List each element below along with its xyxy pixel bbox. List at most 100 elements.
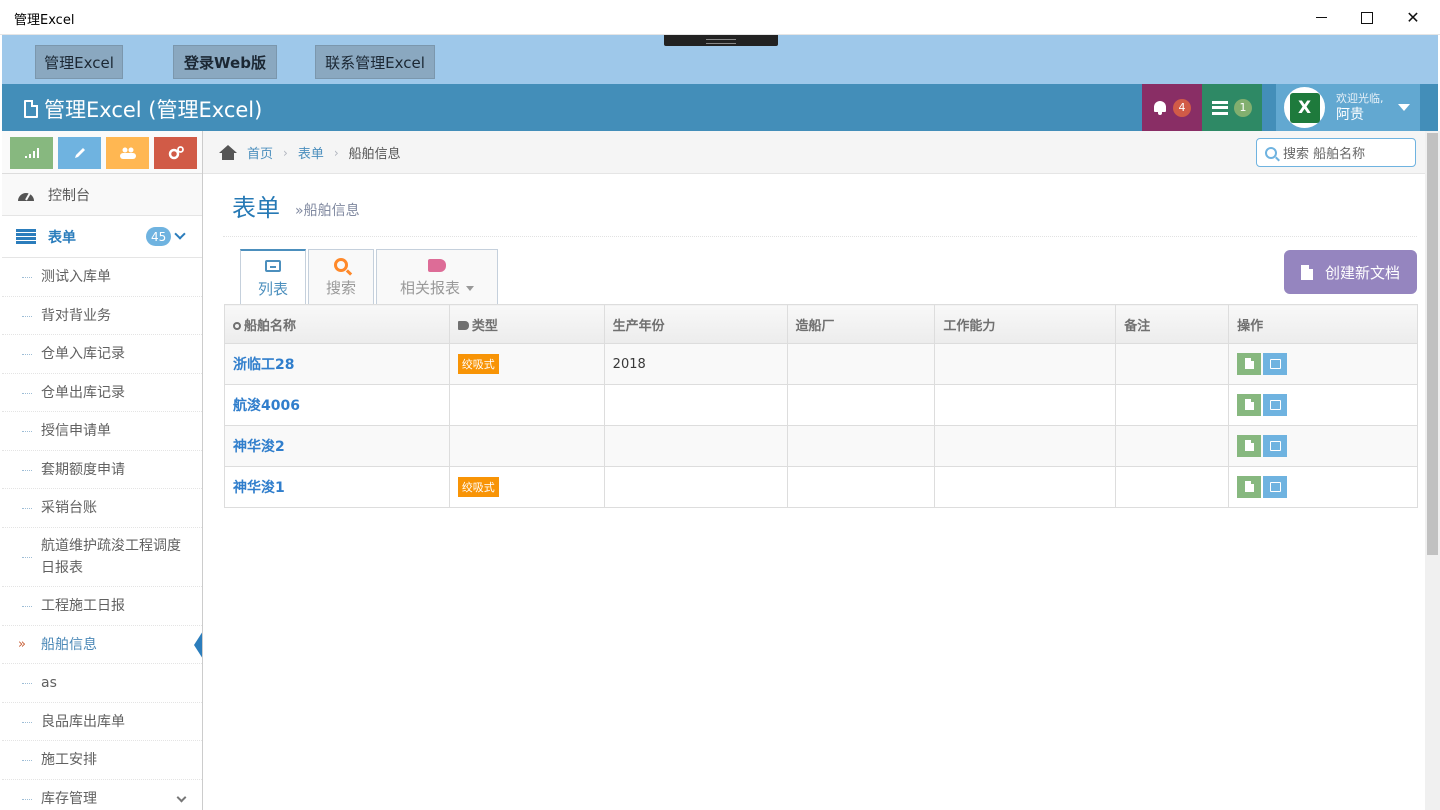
sidebar-item-hedge-quota[interactable]: 套期额度申请 [2, 451, 202, 489]
sidebar-item-label: 采销台账 [41, 500, 97, 516]
tasks-button[interactable]: 1 [1202, 84, 1262, 131]
vertical-scrollbar[interactable] [1425, 131, 1440, 810]
top-toolbar: 管理Excel 登录Web版 联系管理Excel [2, 35, 1438, 84]
brand[interactable]: 管理Excel (管理Excel) [24, 94, 262, 124]
shortcut-pencil-button[interactable] [58, 137, 101, 169]
maximize-button[interactable] [1344, 0, 1390, 35]
tasks-badge: 1 [1234, 98, 1252, 117]
sidebar-item-as[interactable]: as [2, 664, 202, 703]
login-web-button[interactable]: 登录Web版 [173, 45, 277, 79]
file-icon [1244, 399, 1254, 411]
sidebar-item-inventory[interactable]: 库存管理 [2, 780, 202, 810]
window-title: 管理Excel [14, 13, 75, 28]
sidebar-item-construction-daily[interactable]: 工程施工日报 [2, 587, 202, 626]
user-greeting: 欢迎光临, [1336, 92, 1384, 105]
sidebar-item-label: 控制台 [48, 187, 90, 204]
sidebar-item-label: 库存管理 [41, 790, 97, 807]
sidebar-item-label: 航道维护疏浚工程调度日报表 [41, 538, 181, 576]
sidebar-item-purchase-ledger[interactable]: 采销台账 [2, 489, 202, 528]
column-header[interactable]: 生产年份 [603, 304, 788, 344]
manage-excel-button[interactable]: 管理Excel [35, 45, 123, 79]
dashboard-icon [18, 192, 34, 201]
search-icon [334, 258, 348, 272]
column-header[interactable]: 类型 [448, 304, 605, 344]
file-icon [1244, 358, 1254, 370]
edit-button[interactable] [1263, 435, 1288, 458]
ship-name-link[interactable]: 神华浚2 [233, 439, 285, 455]
edit-button[interactable] [1263, 394, 1288, 417]
sidebar-item-warehouse-in[interactable]: 仓单入库记录 [2, 335, 202, 374]
active-arrow-icon: » [18, 636, 26, 652]
breadcrumb-list: 首页 › 表单 › 船舶信息 [219, 143, 401, 162]
minimize-button[interactable] [1298, 0, 1344, 35]
ship-name-link[interactable]: 航浚4006 [233, 398, 300, 414]
ship-name-link[interactable]: 神华浚1 [233, 480, 285, 496]
chevron-down-icon [174, 228, 186, 240]
tab-list[interactable]: 列表 [240, 249, 306, 305]
breadcrumb-forms[interactable]: 表单 [298, 143, 324, 162]
note-cell [1115, 466, 1230, 508]
window-titlebar: 管理Excel ✕ [0, 0, 1440, 35]
sidebar-item-test-inbound[interactable]: 测试入库单 [2, 258, 202, 297]
column-header[interactable]: 工作能力 [934, 304, 1117, 344]
column-header[interactable]: 造船厂 [786, 304, 936, 344]
view-button[interactable] [1237, 434, 1262, 457]
column-header[interactable]: 备注 [1115, 304, 1230, 344]
column-header: 操作 [1228, 304, 1418, 344]
table-row: 航浚4006 [224, 384, 1418, 426]
sidebar-item-construction-plan[interactable]: 施工安排 [2, 741, 202, 780]
sidebar-shortcuts [2, 131, 202, 174]
tab-search[interactable]: 搜索 [308, 249, 374, 304]
view-button[interactable] [1237, 393, 1262, 416]
create-document-button[interactable]: 创建新文档 [1284, 250, 1417, 294]
sidebar-item-ship-info[interactable]: » 船舶信息 [2, 626, 202, 664]
caret-down-icon [466, 286, 474, 291]
view-button[interactable] [1237, 352, 1262, 375]
ship-name-link[interactable]: 浙临工28 [233, 357, 294, 373]
table-header-row: 船舶名称 类型 生产年份 造船厂 工作能力 备注 操作 [224, 304, 1418, 344]
notifications-button[interactable]: 4 [1142, 84, 1202, 131]
signal-icon [24, 148, 39, 158]
sidebar-item-credit-application[interactable]: 授信申请单 [2, 412, 202, 451]
tag-icon [457, 320, 469, 330]
view-button[interactable] [1237, 475, 1262, 498]
key-icon [233, 321, 241, 330]
file-icon [1244, 481, 1254, 493]
user-menu[interactable]: X 欢迎光临, 阿贵 [1276, 84, 1420, 131]
create-document-label: 创建新文档 [1324, 263, 1400, 282]
close-button[interactable]: ✕ [1390, 0, 1436, 35]
edit-button[interactable] [1263, 353, 1288, 376]
sidebar-item-label: 良品库出库单 [41, 713, 125, 730]
shortcut-signal-button[interactable] [10, 137, 53, 169]
search-input[interactable]: 搜索 船舶名称 [1256, 138, 1416, 167]
avatar: X [1284, 87, 1325, 128]
caret-down-icon [1398, 104, 1410, 111]
sidebar-item-back-to-back[interactable]: 背对背业务 [2, 297, 202, 335]
scrollbar-thumb[interactable] [1427, 133, 1438, 555]
forms-submenu: 测试入库单 背对背业务 仓单入库记录 仓单出库记录 授信申请单 套期额度申请 采… [2, 258, 202, 810]
page-header: 表单 »船舶信息 [223, 174, 1417, 237]
tab-reports[interactable]: 相关报表 [376, 249, 498, 304]
edit-button[interactable] [1263, 476, 1288, 499]
shortcut-users-button[interactable] [106, 137, 149, 169]
sidebar-item-good-stock-out[interactable]: 良品库出库单 [2, 703, 202, 741]
contact-button[interactable]: 联系管理Excel [315, 45, 435, 79]
shortcut-cogs-button[interactable] [154, 137, 197, 169]
navbar: 管理Excel (管理Excel) 4 1 X 欢迎光临, 阿贵 [2, 84, 1438, 131]
shipyard-cell [786, 343, 936, 385]
edit-icon [1269, 482, 1281, 493]
document-icon [24, 100, 38, 118]
type-cell [448, 384, 605, 426]
sidebar-item-dredging-report[interactable]: 航道维护疏浚工程调度日报表 [2, 528, 202, 587]
sidebar-item-forms[interactable]: 表单 45 [2, 216, 202, 258]
main-content: 首页 › 表单 › 船舶信息 搜索 船舶名称 表单 »船舶信息 列表 搜索 相关… [203, 131, 1425, 810]
year-cell [603, 384, 788, 426]
sidebar-item-warehouse-out[interactable]: 仓单出库记录 [2, 374, 202, 412]
breadcrumb-separator: › [333, 145, 339, 160]
drag-grip[interactable] [664, 35, 778, 46]
sidebar-item-dashboard[interactable]: 控制台 [2, 174, 202, 216]
breadcrumb-home[interactable]: 首页 [247, 143, 273, 162]
sidebar-item-label: 施工安排 [41, 752, 97, 768]
sidebar-item-label: 授信申请单 [41, 423, 111, 439]
column-header[interactable]: 船舶名称 [224, 304, 450, 344]
